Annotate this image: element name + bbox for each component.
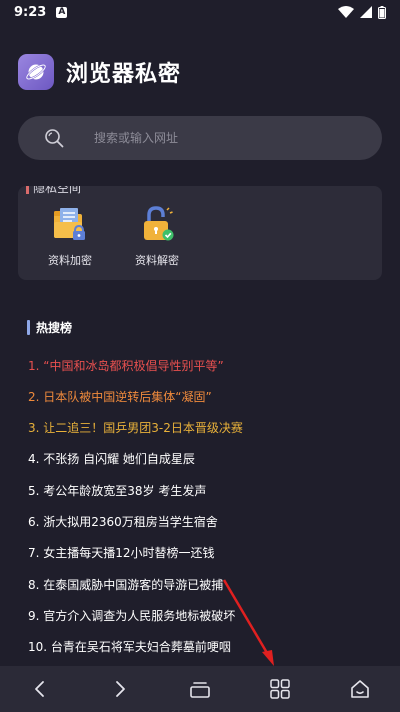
privacy-space-card: 隐私空间 资料加密 资料解密	[18, 186, 382, 280]
home-icon	[351, 680, 369, 698]
annotation-arrow-icon	[222, 579, 274, 666]
hot-search-header: 热搜榜	[27, 318, 72, 336]
hot-item[interactable]: 8. 在泰国威胁中国游客的导游已被捕	[28, 576, 223, 593]
forward-button[interactable]	[95, 666, 145, 712]
hot-item[interactable]: 4. 不张扬 自闪耀 她们自成星辰	[28, 450, 195, 467]
hot-item[interactable]: 7. 女主播每天播12小时替榜一还钱	[28, 544, 215, 561]
signal-icon	[360, 6, 372, 18]
planet-icon	[25, 64, 47, 80]
data-encrypt-label: 资料加密	[48, 254, 92, 267]
data-decrypt-label: 资料解密	[135, 254, 179, 267]
hot-item[interactable]: 3. 让二追三！国乒男团3-2日本晋级决赛	[28, 419, 243, 436]
hot-search-accent-bar	[27, 319, 30, 335]
status-left: 9:23 A	[14, 4, 68, 20]
card-title: 隐私空间	[26, 186, 81, 196]
folder-lock-icon	[54, 208, 85, 240]
search-icon-wrap	[44, 128, 64, 152]
app-title: 浏览器私密	[66, 62, 182, 87]
status-right	[338, 5, 386, 19]
bottom-nav-bar	[0, 666, 400, 712]
menu-grid-button[interactable]	[255, 666, 305, 712]
home-button[interactable]	[335, 666, 385, 712]
search-icon	[45, 129, 64, 148]
card-title-text: 隐私空间	[33, 186, 82, 195]
menu-grid-icon	[270, 679, 290, 699]
unlock-check-icon	[144, 206, 174, 241]
hot-item[interactable]: 10. 台青在吴石将军夫妇合葬墓前哽咽	[28, 638, 231, 655]
tabs-icon	[190, 682, 210, 698]
hot-item[interactable]: 6. 浙大拟用2360万租房当学生宿舍	[28, 513, 218, 530]
app-header: 浏览器私密	[18, 54, 181, 90]
hot-item[interactable]: 5. 考公年龄放宽至38岁 考生发声	[28, 482, 206, 499]
back-icon	[35, 681, 44, 697]
card-title-bar	[26, 186, 29, 194]
tabs-button[interactable]	[175, 666, 225, 712]
data-encrypt-button[interactable]: 资料加密	[30, 204, 110, 268]
forward-icon	[116, 681, 125, 697]
app-logo	[18, 54, 54, 90]
wifi-icon	[338, 6, 354, 18]
status-time: 9:23	[14, 4, 47, 20]
hot-search-title: 热搜榜	[36, 320, 73, 335]
notification-a-icon: A	[56, 6, 68, 18]
search-input[interactable]: 搜索或输入网址	[94, 116, 178, 160]
status-bar: 9:23 A	[0, 0, 400, 24]
battery-icon	[378, 5, 386, 19]
search-bar[interactable]: 搜索或输入网址	[18, 116, 382, 160]
data-decrypt-button[interactable]: 资料解密	[117, 204, 197, 268]
back-button[interactable]	[15, 666, 65, 712]
hot-item[interactable]: 9. 官方介入调查为人民服务地标被破坏	[28, 607, 235, 624]
hot-item[interactable]: 2. 日本队被中国逆转后集体“凝固”	[28, 388, 212, 405]
hot-item[interactable]: 1. “中国和冰岛都积极倡导性别平等”	[28, 357, 224, 374]
